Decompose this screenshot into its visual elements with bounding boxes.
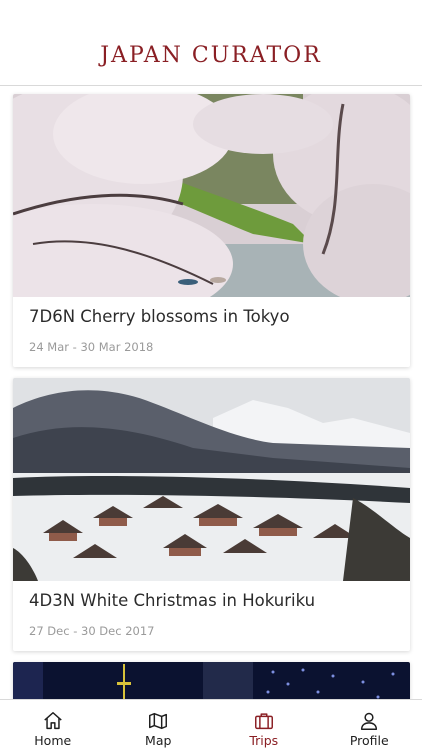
tokyo-tower-photo — [13, 662, 410, 699]
tab-home[interactable]: Home — [0, 700, 106, 750]
cherry-blossom-photo — [13, 94, 410, 297]
trip-list[interactable]: 7D6N Cherry blossoms in Tokyo 24 Mar - 3… — [0, 87, 422, 699]
app-logo: JAPAN CURATOR — [100, 43, 322, 68]
tab-map-label: Map — [145, 733, 172, 748]
tab-map[interactable]: Map — [106, 700, 212, 750]
suitcase-icon — [254, 713, 273, 730]
trip-card[interactable]: 7D6N Cherry blossoms in Tokyo 24 Mar - 3… — [13, 94, 410, 367]
trip-card[interactable] — [13, 662, 410, 699]
trip-dates: 24 Mar - 30 Mar 2018 — [29, 340, 154, 354]
bottom-tab-bar: Home Map Trips Profile — [0, 699, 422, 750]
trip-card[interactable]: 4D3N White Christmas in Hokuriku 27 Dec … — [13, 378, 410, 651]
app-header: JAPAN CURATOR — [0, 0, 422, 86]
home-icon — [44, 712, 62, 730]
profile-icon — [361, 712, 378, 730]
tab-trips[interactable]: Trips — [211, 700, 317, 750]
snowy-village-photo — [13, 378, 410, 581]
trip-title: 4D3N White Christmas in Hokuriku — [29, 591, 316, 610]
trip-title: 7D6N Cherry blossoms in Tokyo — [29, 307, 290, 326]
map-icon — [149, 712, 168, 730]
tab-home-label: Home — [34, 733, 72, 748]
tab-trips-label: Trips — [249, 733, 279, 748]
tab-profile-label: Profile — [349, 733, 389, 748]
tab-profile[interactable]: Profile — [317, 700, 422, 750]
trip-dates: 27 Dec - 30 Dec 2017 — [29, 624, 155, 638]
